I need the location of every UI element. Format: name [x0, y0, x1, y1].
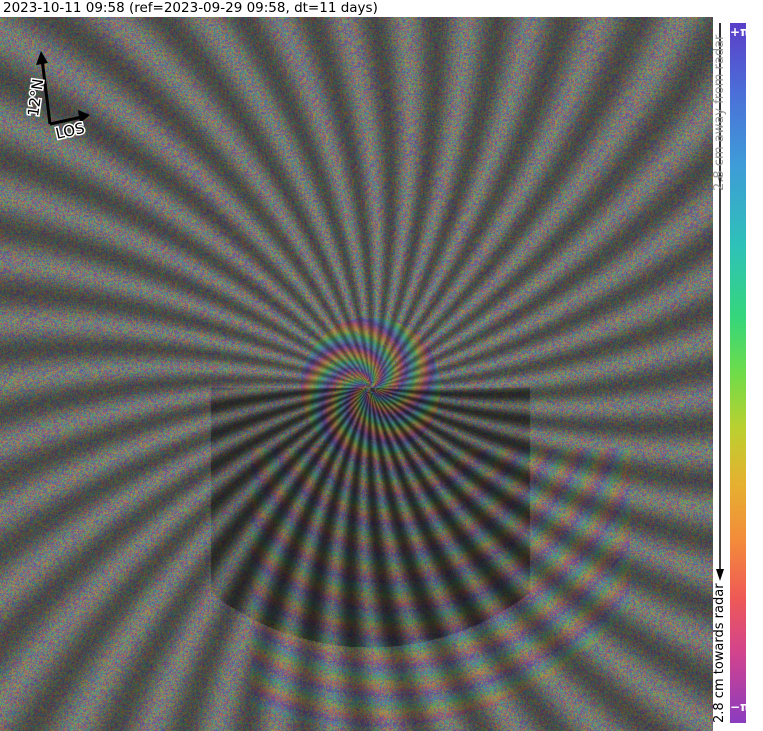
- north-label: 12°N: [24, 78, 47, 118]
- phase-colorbar: [730, 23, 746, 723]
- north-arrowhead-icon: [36, 51, 48, 65]
- colorbar-bottom-label: −π: [730, 700, 750, 714]
- towards-radar-label: 2.8 cm towards radar: [712, 583, 727, 723]
- colorbar-top-label: +π: [730, 25, 750, 39]
- compass-rose: 12°N LOS: [23, 51, 90, 144]
- towards-arrowhead-icon: [716, 569, 724, 581]
- away-from-radar-label: 2.8 cm away from radar: [712, 34, 727, 192]
- figure-title: 2023-10-11 09:58 (ref=2023-09-29 09:58, …: [3, 0, 378, 16]
